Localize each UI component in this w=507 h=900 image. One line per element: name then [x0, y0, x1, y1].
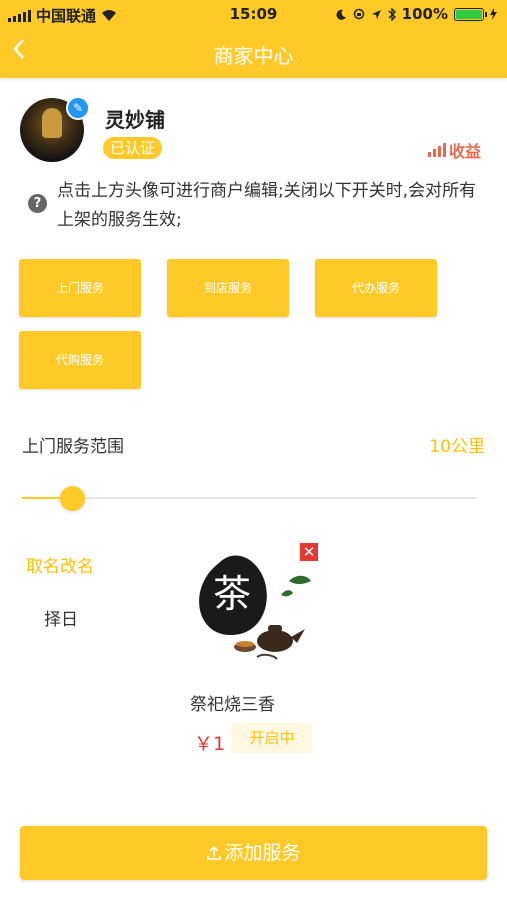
- service-button-home-visit[interactable]: 上门服务: [19, 259, 141, 317]
- help-text: 点击上方头像可进行商户编辑;关闭以下开关时,会对所有上架的服务生效;: [57, 181, 477, 230]
- moon-icon: [336, 9, 346, 20]
- nav-bar: 商家中心: [0, 28, 507, 78]
- service-card-title: 祭祀烧三香: [190, 695, 275, 715]
- battery-percent: 100%: [401, 5, 448, 23]
- edit-pencil-icon[interactable]: ✎: [66, 96, 90, 120]
- range-slider-thumb[interactable]: [59, 486, 85, 511]
- income-label: 收益: [448, 142, 481, 161]
- service-button-agency[interactable]: 代办服务: [315, 259, 437, 317]
- orientation-lock-icon: [353, 8, 364, 20]
- close-icon[interactable]: ✕: [300, 543, 318, 561]
- bar-chart-icon: [427, 143, 446, 157]
- service-button-in-store[interactable]: 到店服务: [167, 259, 289, 317]
- add-service-label: 添加服务: [224, 842, 301, 864]
- range-value: 10公里: [429, 437, 485, 457]
- income-link[interactable]: 收益: [427, 138, 481, 162]
- help-icon: ?: [28, 194, 47, 213]
- category-item-naming[interactable]: 取名改名: [26, 552, 94, 577]
- location-icon: [371, 9, 381, 19]
- range-label: 上门服务范围: [22, 437, 124, 457]
- service-card-status-toggle[interactable]: 开启中: [232, 723, 312, 753]
- service-card-price: ￥1: [194, 733, 226, 755]
- service-button-purchasing[interactable]: 代购服务: [19, 331, 141, 389]
- category-item-date-selection[interactable]: 择日: [44, 605, 78, 630]
- tea-character: 茶: [213, 572, 251, 616]
- merchant-name: 灵妙铺: [105, 108, 165, 132]
- battery-icon: [454, 7, 487, 21]
- bluetooth-icon: [388, 7, 396, 21]
- upload-icon: [207, 845, 222, 860]
- page-title: 商家中心: [213, 44, 294, 68]
- range-slider-track[interactable]: [22, 497, 477, 499]
- buddha-image: [42, 108, 62, 138]
- charging-icon: [490, 8, 497, 20]
- status-bar: 中国联通 15:09 100%: [0, 0, 507, 28]
- verified-badge: 已认证: [103, 137, 163, 159]
- add-service-button[interactable]: 添加服务: [20, 826, 487, 880]
